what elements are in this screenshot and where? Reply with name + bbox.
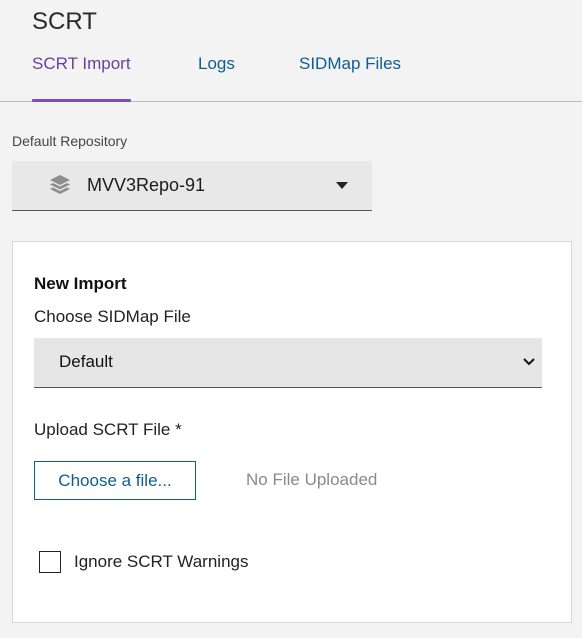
- tab-bar: SCRT Import Logs SIDMap Files: [0, 50, 582, 102]
- choose-file-button[interactable]: Choose a file...: [34, 461, 196, 500]
- ignore-warnings-label[interactable]: Ignore SCRT Warnings: [74, 552, 248, 572]
- caret-down-icon: [336, 182, 348, 189]
- default-repository-label: Default Repository: [12, 133, 128, 149]
- sidmap-value: Default: [59, 352, 113, 371]
- card-title: New Import: [34, 274, 127, 293]
- new-import-card: New Import Choose SIDMap File Default Up…: [12, 241, 572, 623]
- chevron-down-icon: [523, 358, 535, 366]
- app-title: SCRT: [32, 8, 97, 35]
- sidmap-label: Choose SIDMap File: [34, 307, 191, 326]
- upload-label: Upload SCRT File *: [34, 420, 182, 439]
- repository-select[interactable]: MVV3Repo-91: [12, 161, 372, 211]
- tab-sidmap-files[interactable]: SIDMap Files: [299, 54, 401, 101]
- repository-value: MVV3Repo-91: [87, 175, 206, 195]
- ignore-warnings-checkbox[interactable]: [39, 551, 61, 573]
- sidmap-select[interactable]: Default: [34, 338, 542, 388]
- file-status-text: No File Uploaded: [246, 470, 378, 489]
- layers-icon: [50, 175, 70, 194]
- tab-scrt-import[interactable]: SCRT Import: [32, 54, 131, 102]
- tab-logs[interactable]: Logs: [198, 54, 235, 101]
